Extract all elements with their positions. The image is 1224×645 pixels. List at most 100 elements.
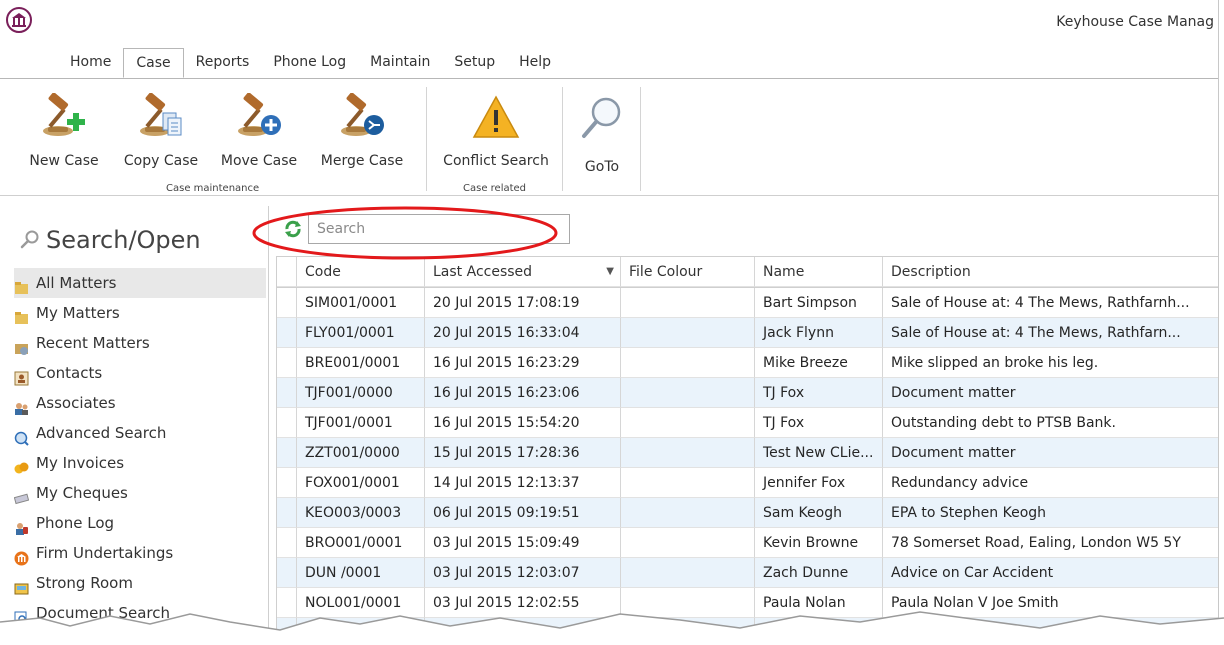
search-input[interactable] (308, 214, 570, 244)
column-header-code[interactable]: Code (297, 257, 425, 287)
sidebar-item-my-invoices[interactable]: My Invoices (14, 448, 266, 478)
table-row[interactable]: SIM001/0001 20 Jul 2015 17:08:19 Bart Simp… (277, 288, 1218, 318)
tab-phone-log[interactable]: Phone Log (261, 48, 358, 78)
row-selector[interactable] (277, 318, 297, 348)
cell-name: Jennifer Fox (755, 468, 883, 498)
cell-name: Sam Keogh (755, 498, 883, 528)
sidebar-item-contacts[interactable]: Contacts (14, 358, 266, 388)
column-header-last-accessed[interactable]: Last Accessed ▼ (425, 257, 621, 287)
merge-case-button[interactable]: Merge Case (314, 92, 410, 169)
column-header-file-colour[interactable]: File Colour (621, 257, 755, 287)
table-row[interactable]: BRO001/0001 03 Jul 2015 15:09:49 Kevin Bro… (277, 528, 1218, 558)
row-selector[interactable] (277, 618, 297, 632)
warning-icon (472, 93, 520, 141)
cell-last-accessed: 16 Jul 2015 16:23:06 (425, 378, 621, 408)
cell-description: Sale of House at: 4 The Mews, Rathfarnh.… (883, 288, 1218, 318)
cell-code: TJF001/0001 (297, 408, 425, 438)
sidebar-item-document-search[interactable]: Document Search (14, 598, 266, 628)
table-row[interactable]: DUN001/000203 Jul 2015 12:02:44 Dunnes St… (277, 618, 1218, 632)
row-selector-header (277, 257, 297, 287)
row-selector[interactable] (277, 528, 297, 558)
tab-case[interactable]: Case (123, 48, 184, 78)
sidebar-item-phone-log[interactable]: Phone Log (14, 508, 266, 538)
cell-code: BRE001/0001 (297, 348, 425, 378)
table-row[interactable]: ZZT001/0000 15 Jul 2015 17:28:36 Test New … (277, 438, 1218, 468)
conflict-search-button[interactable]: Conflict Search (436, 93, 556, 169)
copy-case-button[interactable]: Copy Case (116, 92, 206, 169)
goto-button[interactable]: GoTo (572, 93, 632, 175)
cell-last-accessed: 03 Jul 2015 12:02:55 (425, 588, 621, 618)
column-header-description[interactable]: Description (883, 257, 1218, 287)
cell-code: SIM001/0001 (297, 288, 425, 318)
row-selector[interactable] (277, 288, 297, 318)
sidebar-item-my-matters[interactable]: My Matters (14, 298, 266, 328)
cell-last-accessed: 16 Jul 2015 16:23:29 (425, 348, 621, 378)
table-row[interactable]: FLY001/0001 20 Jul 2015 16:33:04 Jack Flyn… (277, 318, 1218, 348)
tab-help[interactable]: Help (507, 48, 563, 78)
cell-name: Zach Dunne (755, 558, 883, 588)
people-icon (14, 396, 29, 415)
row-selector[interactable] (277, 348, 297, 378)
search-icon (20, 227, 40, 255)
row-selector[interactable] (277, 498, 297, 528)
cell-description: Document matter (883, 438, 1218, 468)
ribbon: New Case Copy Case Move Case Merge Case … (0, 78, 1218, 196)
cell-code: NOL001/0001 (297, 588, 425, 618)
tab-maintain[interactable]: Maintain (358, 48, 442, 78)
column-header-name[interactable]: Name (755, 257, 883, 287)
cell-code: FOX001/0001 (297, 468, 425, 498)
move-case-label: Move Case (220, 153, 298, 169)
cell-description: Paula Nolan V Joe Smith (883, 588, 1218, 618)
cell-name: Paula Nolan (755, 588, 883, 618)
refresh-icon[interactable] (284, 220, 302, 238)
cell-description: Redundancy advice (883, 468, 1218, 498)
cell-file-colour (621, 318, 755, 348)
sidebar-item-strong-room[interactable]: Strong Room (14, 568, 266, 598)
document-search-icon (14, 606, 29, 626)
row-selector[interactable] (277, 438, 297, 468)
new-case-label: New Case (29, 153, 99, 169)
cell-description: Advice on Car Accident (883, 558, 1218, 588)
row-selector[interactable] (277, 468, 297, 498)
cell-name: Mike Breeze (755, 348, 883, 378)
app-logo-icon[interactable] (6, 7, 32, 33)
search-bar (284, 214, 570, 244)
table-row[interactable]: TJF001/0000 16 Jul 2015 16:23:06 TJ Fox Doc… (277, 378, 1218, 408)
tab-reports[interactable]: Reports (184, 48, 262, 78)
nav-title-text: Search/Open (46, 226, 201, 254)
sidebar-item-firm-undertakings[interactable]: Firm Undertakings (14, 538, 266, 568)
table-row[interactable]: KEO003/0003 06 Jul 2015 09:19:51 Sam Keogh… (277, 498, 1218, 528)
sidebar-item-my-cheques[interactable]: My Cheques (13, 478, 266, 508)
phone-user-icon (14, 516, 29, 535)
sidebar-item-associates[interactable]: Associates (14, 388, 266, 418)
cell-name: Jack Flynn (755, 318, 883, 348)
sidebar-item-label: Associates (36, 394, 116, 412)
row-selector[interactable] (277, 378, 297, 408)
sidebar-item-recent-matters[interactable]: Recent Matters (14, 328, 266, 358)
tab-setup[interactable]: Setup (442, 48, 507, 78)
table-row[interactable]: NOL001/0001 03 Jul 2015 12:02:55 Paula Nol… (277, 588, 1218, 618)
move-case-button[interactable]: Move Case (214, 92, 304, 169)
new-case-button[interactable]: New Case (22, 92, 106, 169)
sidebar-item-advanced-search[interactable]: Advanced Search (14, 418, 266, 448)
cell-last-accessed: 16 Jul 2015 15:54:20 (425, 408, 621, 438)
row-selector[interactable] (277, 588, 297, 618)
cell-last-accessed: 20 Jul 2015 16:33:04 (425, 318, 621, 348)
nav-title: Search/Open (20, 226, 201, 255)
sidebar-item-label: Document Search (36, 604, 171, 622)
left-nav: Search/Open All Matters My Matters Recen… (0, 206, 269, 632)
cell-name: Dunnes Store... (755, 618, 883, 632)
row-selector[interactable] (277, 558, 297, 588)
window-title: Keyhouse Case Manag (1056, 14, 1214, 30)
table-row[interactable]: FOX001/0001 14 Jul 2015 12:13:37 Jennifer … (277, 468, 1218, 498)
cell-file-colour (621, 408, 755, 438)
sidebar-item-all-matters[interactable]: All Matters (14, 268, 266, 298)
grid-header-row: Code Last Accessed ▼ File Colour Name Des… (277, 257, 1218, 288)
cheque-icon (13, 486, 30, 505)
table-row[interactable]: DUN /0001 03 Jul 2015 12:03:07 Zach Dunne A… (277, 558, 1218, 588)
table-row[interactable]: BRE001/0001 16 Jul 2015 16:23:29 Mike Bree… (277, 348, 1218, 378)
tab-home[interactable]: Home (58, 48, 123, 78)
cell-last-accessed: 20 Jul 2015 17:08:19 (425, 288, 621, 318)
row-selector[interactable] (277, 408, 297, 438)
table-row[interactable]: TJF001/0001 16 Jul 2015 15:54:20 TJ Fox Out… (277, 408, 1218, 438)
